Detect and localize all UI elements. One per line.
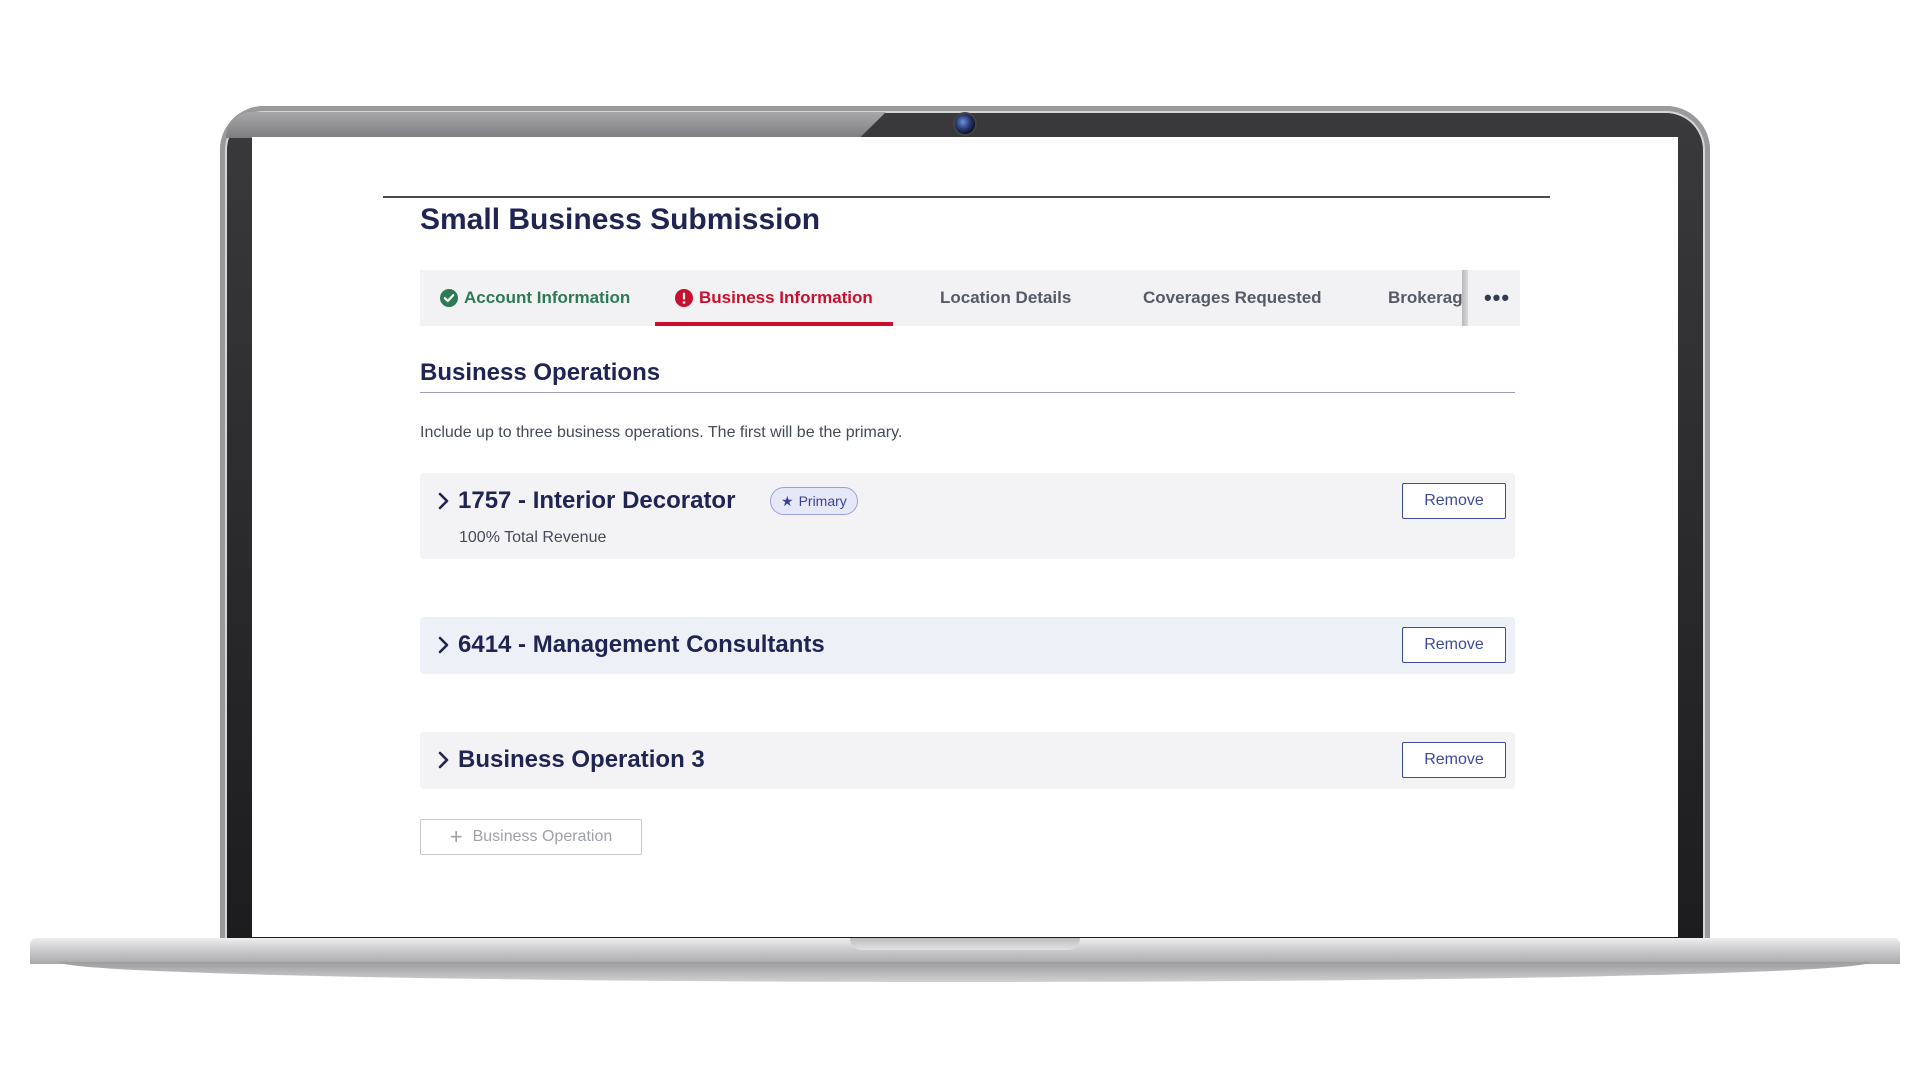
screen: Small Business Submission Account Inform…	[252, 137, 1678, 937]
add-business-operation-button[interactable]: + Business Operation	[420, 819, 642, 855]
operation-revenue: 100% Total Revenue	[459, 529, 607, 546]
business-operation-card[interactable]: 6414 - Management Consultants Remove	[420, 617, 1515, 674]
laptop-notch	[850, 938, 1080, 950]
tab-account-information[interactable]: Account Information	[440, 270, 630, 326]
tab-coverages-requested[interactable]: Coverages Requested	[1143, 270, 1322, 326]
remove-operation-button[interactable]: Remove	[1402, 742, 1506, 778]
tab-label: Brokerage	[1388, 288, 1463, 307]
chevron-right-icon[interactable]	[436, 491, 452, 511]
business-operation-card[interactable]: Business Operation 3 Remove	[420, 732, 1515, 789]
operation-name: 1757 - Interior Decorator	[458, 487, 736, 514]
webcam	[955, 114, 975, 134]
check-circle-icon	[440, 289, 458, 307]
operation-name: Business Operation 3	[458, 746, 705, 773]
star-icon: ★	[781, 492, 794, 509]
tab-label: Account Information	[464, 288, 631, 307]
primary-badge: ★ Primary	[770, 487, 858, 515]
section-description: Include up to three business operations.…	[420, 424, 903, 441]
chevron-right-icon[interactable]	[436, 635, 452, 655]
operation-name: 6414 - Management Consultants	[458, 631, 825, 658]
section-divider	[420, 392, 1515, 393]
tab-label: Business Information	[699, 288, 873, 307]
more-tabs-button[interactable]: •••	[1478, 270, 1516, 326]
tab-label: Coverages Requested	[1143, 288, 1322, 307]
tab-location-details[interactable]: Location Details	[940, 270, 1071, 326]
badge-label: Primary	[798, 493, 847, 509]
chevron-right-icon[interactable]	[436, 750, 452, 770]
header-divider	[383, 196, 1550, 198]
laptop-base-bottom	[60, 962, 1870, 982]
tab-business-information[interactable]: Business Information	[655, 270, 893, 326]
lid-glare	[226, 112, 886, 138]
plus-icon: +	[449, 824, 463, 849]
remove-operation-button[interactable]: Remove	[1402, 627, 1506, 663]
section-title: Business Operations	[420, 359, 661, 386]
business-operation-card[interactable]: 1757 - Interior Decorator ★ Primary 100%…	[420, 473, 1515, 559]
tab-scroll-divider	[1462, 270, 1468, 326]
tab-label: Location Details	[940, 288, 1072, 307]
tab-brokerage[interactable]: Brokerage	[1388, 270, 1463, 326]
step-tabs: Account Information Business Information…	[420, 270, 1520, 326]
remove-operation-button[interactable]: Remove	[1402, 483, 1506, 519]
add-button-label: Business Operation	[472, 828, 613, 845]
ellipsis-icon: •••	[1483, 285, 1511, 310]
alert-circle-icon	[675, 289, 693, 307]
page-title: Small Business Submission	[420, 203, 821, 236]
